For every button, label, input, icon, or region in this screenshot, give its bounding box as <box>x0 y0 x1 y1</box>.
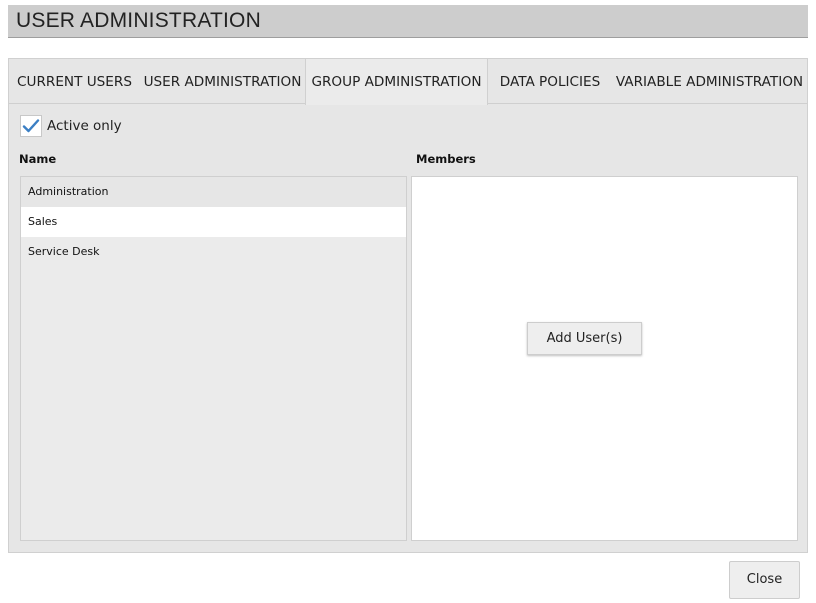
title-bar: USER ADMINISTRATION <box>8 5 808 38</box>
window-title: USER ADMINISTRATION <box>16 9 261 32</box>
group-name: Sales <box>28 215 58 228</box>
group-list[interactable]: Administration Sales Service Desk <box>20 176 407 541</box>
tab-data-policies[interactable]: DATA POLICIES <box>488 59 612 104</box>
list-item[interactable]: Sales <box>21 207 406 237</box>
tab-label: VARIABLE ADMINISTRATION <box>615 74 804 90</box>
add-users-button[interactable]: Add User(s) <box>527 322 642 355</box>
name-column-header: Name <box>19 152 57 166</box>
checkmark-icon <box>22 119 40 133</box>
list-item[interactable]: Administration <box>21 177 406 207</box>
group-name: Administration <box>28 185 109 198</box>
list-item[interactable]: Service Desk <box>21 237 406 267</box>
tab-label: CURRENT USERS <box>17 74 132 90</box>
tab-label: DATA POLICIES <box>499 74 601 90</box>
close-button[interactable]: Close <box>729 561 800 599</box>
tab-current-users[interactable]: CURRENT USERS <box>9 59 140 104</box>
tab-label: USER ADMINISTRATION <box>143 74 302 90</box>
tab-group-administration[interactable]: GROUP ADMINISTRATION <box>305 59 488 105</box>
active-only-label: Active only <box>47 118 122 134</box>
tab-label: GROUP ADMINISTRATION <box>311 74 482 90</box>
tab-variable-administration[interactable]: VARIABLE ADMINISTRATION <box>612 59 807 104</box>
active-only-filter: Active only <box>20 115 122 137</box>
main-panel: CURRENT USERS USER ADMINISTRATION GROUP … <box>8 58 808 553</box>
group-name: Service Desk <box>28 245 100 258</box>
tab-strip: CURRENT USERS USER ADMINISTRATION GROUP … <box>9 59 807 105</box>
tab-user-administration[interactable]: USER ADMINISTRATION <box>140 59 305 104</box>
members-column-header: Members <box>416 152 476 166</box>
members-panel: Add User(s) <box>411 176 798 541</box>
active-only-checkbox[interactable] <box>20 115 42 137</box>
